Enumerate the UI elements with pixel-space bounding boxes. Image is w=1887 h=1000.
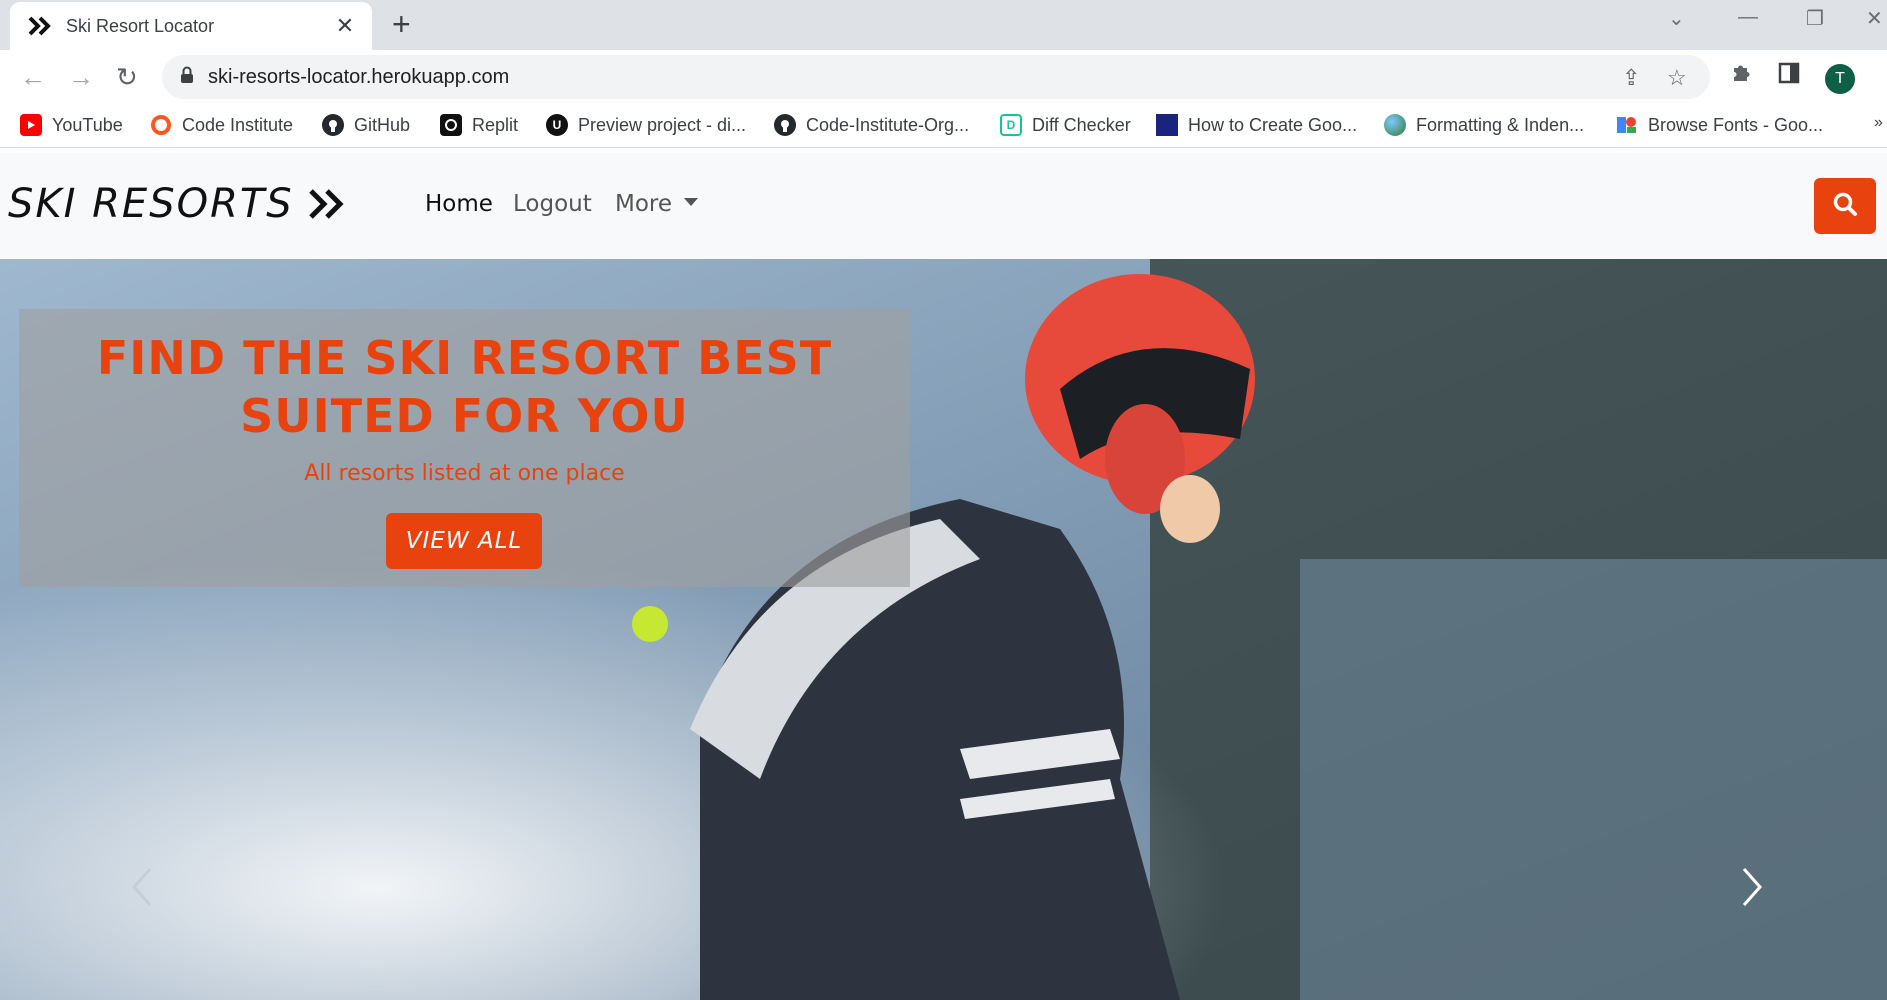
search-button[interactable] (1814, 178, 1876, 234)
bookmark-youtube[interactable]: YouTube (20, 114, 123, 136)
nav-more-dropdown[interactable]: More (615, 191, 699, 217)
site-navbar: SKI RESORTS Home Logout More (0, 153, 1887, 259)
bookmark-label: Replit (472, 114, 519, 135)
bookmark-how-to-create[interactable]: How to Create Goo... (1156, 114, 1357, 136)
bookmark-github[interactable]: GitHub (322, 114, 410, 136)
globe-icon (1384, 114, 1406, 136)
more-bookmarks-icon[interactable]: » (1874, 114, 1883, 132)
bookmark-label: How to Create Goo... (1188, 114, 1358, 135)
youtube-icon (20, 114, 42, 136)
bookmark-replit[interactable]: Replit (440, 114, 518, 136)
github-icon (322, 114, 344, 136)
reload-icon[interactable]: ↻ (116, 62, 138, 92)
url-text: ski-resorts-locator.herokuapp.com (208, 65, 510, 88)
bookmark-label: Diff Checker (1032, 114, 1131, 135)
bookmark-label: Code-Institute-Org... (806, 114, 970, 135)
tab-search-icon[interactable]: ⌄ (1668, 6, 1685, 31)
bookmark-label: Formatting & Inden... (1416, 114, 1585, 135)
code-institute-icon (150, 114, 172, 136)
diffchecker-icon: D (1000, 114, 1022, 136)
minimize-icon[interactable]: — (1738, 6, 1758, 29)
lock-icon (180, 66, 194, 89)
bookmark-label: Code Institute (182, 114, 294, 135)
bookmark-label: GitHub (354, 114, 411, 135)
carousel-next-button[interactable] (1732, 859, 1772, 919)
restore-icon[interactable]: ❐ (1806, 6, 1824, 31)
hero-caption: FIND THE SKI RESORT BEST SUITED FOR YOU … (19, 309, 910, 587)
share-icon[interactable]: ⇪ (1622, 65, 1640, 91)
double-chevron-icon (28, 13, 54, 39)
nav-logout[interactable]: Logout (513, 191, 592, 217)
bookmark-label: Preview project - di... (578, 114, 747, 135)
close-window-icon[interactable]: ✕ (1866, 6, 1883, 31)
bookmark-diff-checker[interactable]: D Diff Checker (1000, 114, 1131, 136)
bookmarks-bar: YouTube Code Institute GitHub Replit U P… (0, 104, 1887, 148)
double-chevron-icon (308, 188, 346, 220)
extensions-icon[interactable] (1730, 60, 1754, 90)
brand-text: SKI RESORTS (8, 181, 294, 227)
new-tab-button[interactable]: + (392, 8, 411, 40)
bookmark-browse-fonts[interactable]: Browse Fonts - Goo... (1616, 114, 1823, 136)
forward-icon[interactable]: → (68, 62, 94, 92)
site-wizard-icon (1156, 114, 1178, 136)
nav-home[interactable]: Home (425, 191, 493, 217)
browser-tabstrip: Ski Resort Locator ✕ + ⌄ — ❐ ✕ (0, 0, 1887, 50)
nav-more-label: More (615, 191, 673, 217)
bookmark-preview-project[interactable]: U Preview project - di... (546, 114, 746, 136)
browser-toolbar: ← → ↻ ski-resorts-locator.herokuapp.com … (0, 50, 1887, 104)
view-all-button[interactable]: VIEW ALL (386, 513, 542, 569)
replit-icon (440, 114, 462, 136)
udacity-icon: U (546, 114, 568, 136)
bookmark-label: Browse Fonts - Goo... (1648, 114, 1824, 135)
search-icon (1832, 191, 1858, 222)
star-icon[interactable]: ☆ (1667, 65, 1687, 91)
side-panel-icon[interactable] (1778, 62, 1800, 90)
browser-tab[interactable]: Ski Resort Locator ✕ (10, 2, 372, 50)
menu-icon[interactable]: ⋮ (1878, 60, 1887, 89)
bookmark-code-institute-org[interactable]: Code-Institute-Org... (774, 114, 969, 136)
chevron-right-icon (1740, 865, 1764, 914)
carousel-prev-button[interactable] (122, 859, 162, 919)
bookmark-label: YouTube (52, 114, 123, 135)
back-icon[interactable]: ← (20, 62, 46, 92)
bookmark-code-institute[interactable]: Code Institute (150, 114, 293, 136)
hero-carousel: FIND THE SKI RESORT BEST SUITED FOR YOU … (0, 259, 1887, 1000)
chevron-left-icon (130, 865, 154, 914)
tab-title: Ski Resort Locator (66, 15, 215, 36)
caret-down-icon (684, 197, 699, 206)
address-bar[interactable]: ski-resorts-locator.herokuapp.com ⇪ ☆ (162, 55, 1710, 99)
brand-logo[interactable]: SKI RESORTS (8, 181, 346, 227)
google-fonts-icon (1616, 114, 1638, 136)
profile-avatar[interactable]: T (1825, 64, 1855, 94)
close-tab-icon[interactable]: ✕ (332, 13, 358, 39)
bookmark-formatting[interactable]: Formatting & Inden... (1384, 114, 1584, 136)
hero-title: FIND THE SKI RESORT BEST SUITED FOR YOU (96, 331, 833, 443)
github-icon (774, 114, 796, 136)
hero-subtitle: All resorts listed at one place (304, 461, 625, 486)
